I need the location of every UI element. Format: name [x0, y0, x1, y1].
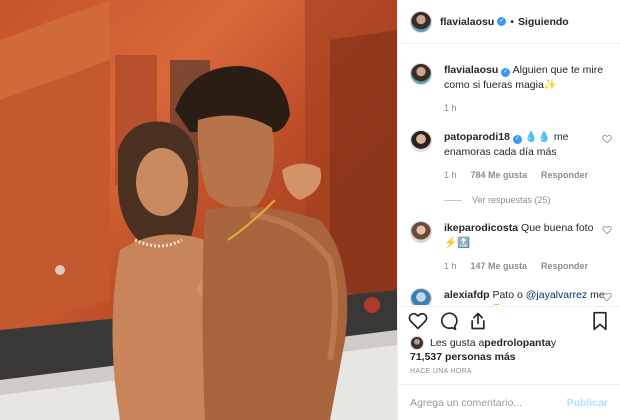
- photo-illustration: [0, 0, 397, 420]
- comment-item: ikeparodicosta Que buena foto ⚡🔝 1 h 147…: [398, 221, 620, 274]
- replies-line: [444, 199, 462, 201]
- comment-time[interactable]: 1 h: [444, 168, 457, 183]
- caption-username[interactable]: flavialaosu: [444, 64, 498, 76]
- commenter-avatar[interactable]: [410, 288, 432, 305]
- share-icon[interactable]: [468, 311, 488, 331]
- reply-button[interactable]: Responder: [541, 259, 588, 274]
- verified-icon: ✓: [512, 135, 522, 144]
- comment-meta: 1 h 147 Me gusta Responder: [444, 259, 608, 274]
- comment-likes[interactable]: 147 Me gusta: [471, 259, 528, 274]
- comment-username[interactable]: alexiafdp: [444, 289, 490, 301]
- caption-avatar[interactable]: [410, 63, 432, 85]
- heart-icon[interactable]: [602, 225, 612, 235]
- comment-username[interactable]: patoparodi18: [444, 131, 510, 143]
- caption: flavialaosu ✓ Alguien que te mire como si…: [398, 63, 620, 116]
- comment-username[interactable]: ikeparodicosta: [444, 222, 518, 234]
- comment-text-pre: Pato o: [492, 289, 526, 301]
- comments-list[interactable]: flavialaosu ✓ Alguien que te mire como si…: [398, 45, 620, 305]
- likes-conj: y: [550, 337, 557, 349]
- caption-meta: 1 h: [444, 101, 608, 116]
- post-side-panel: flavialaosu ✓ • Siguiendo flavialaosu ✓ A…: [397, 0, 620, 420]
- comment-meta: 1 h 784 Me gusta Responder: [444, 168, 608, 183]
- heart-icon[interactable]: [602, 292, 612, 302]
- action-bar: [398, 306, 620, 334]
- post-header: flavialaosu ✓ • Siguiendo: [398, 0, 620, 44]
- liker-avatar[interactable]: [410, 336, 424, 350]
- following-button[interactable]: Siguiendo: [518, 16, 569, 28]
- header-separator: •: [510, 15, 514, 28]
- post-timestamp[interactable]: HACE UNA HORA: [410, 368, 472, 375]
- reply-button[interactable]: Responder: [541, 168, 588, 183]
- verified-icon: ✓: [501, 68, 511, 77]
- commenter-avatar[interactable]: [410, 221, 432, 243]
- liker-username[interactable]: pedrolopanta: [484, 336, 551, 350]
- comment-form: Publicar: [398, 384, 620, 420]
- comment-time[interactable]: 1 h: [444, 259, 457, 274]
- author-avatar[interactable]: [410, 10, 432, 33]
- comment-likes[interactable]: 784 Me gusta: [471, 168, 528, 183]
- caption-time[interactable]: 1 h: [444, 101, 457, 116]
- likes-summary: Les gusta a pedrolopanta y 71,537 person…: [410, 336, 608, 364]
- author-username[interactable]: flavialaosu: [440, 16, 494, 28]
- heart-icon[interactable]: [408, 311, 428, 331]
- comment-mention[interactable]: @jayalvarrez: [526, 289, 587, 301]
- commenter-avatar[interactable]: [410, 130, 432, 152]
- verified-icon: ✓: [497, 17, 507, 26]
- view-replies-label: Ver respuestas (25): [472, 195, 551, 205]
- view-replies[interactable]: Ver respuestas (25): [444, 195, 620, 205]
- comment-item: patoparodi18 ✓ 💧💧 me enamoras cada día má…: [398, 130, 620, 183]
- heart-icon[interactable]: [602, 134, 612, 144]
- publish-button[interactable]: Publicar: [567, 397, 608, 409]
- comment-icon[interactable]: [438, 311, 458, 331]
- bookmark-icon[interactable]: [590, 311, 610, 331]
- comment-input[interactable]: [410, 396, 567, 409]
- likes-count[interactable]: 71,537 personas más: [410, 351, 516, 363]
- comment-item: alexiafdp Pato o @jayalvarrez me confund…: [398, 288, 620, 305]
- likes-prefix: Les gusta a: [430, 337, 485, 349]
- post-photo[interactable]: [0, 0, 397, 420]
